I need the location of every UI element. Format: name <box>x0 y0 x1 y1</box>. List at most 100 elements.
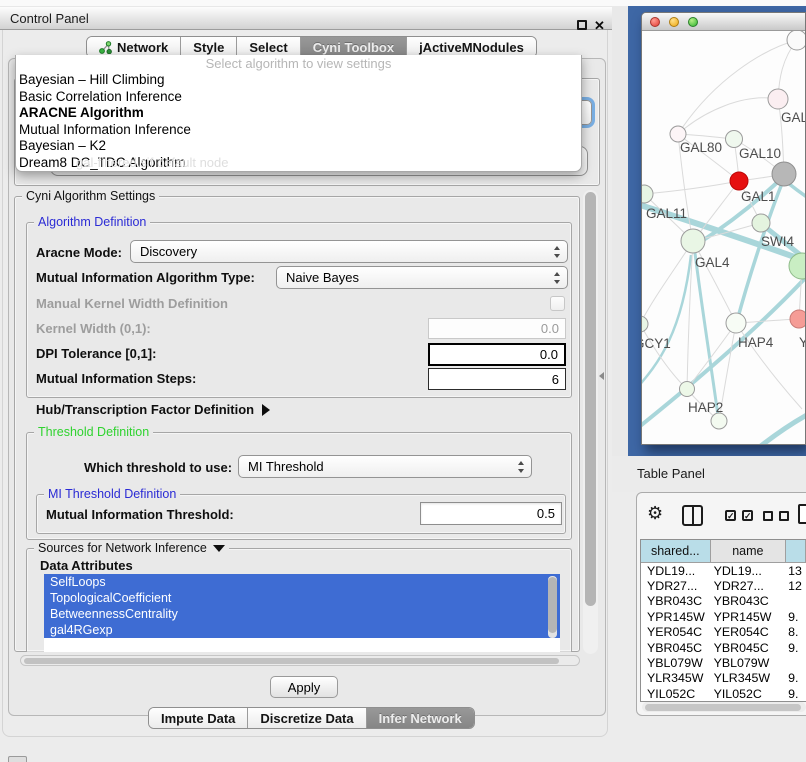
table-hscrollbar-track[interactable] <box>642 702 806 712</box>
table-row[interactable]: YBL079WYBL079W <box>641 655 806 670</box>
network-node[interactable] <box>680 382 695 397</box>
tab-network[interactable]: Network <box>87 37 181 57</box>
network-node[interactable] <box>768 89 788 109</box>
tab-select-label: Select <box>249 40 287 55</box>
aracne-mode-value: Discovery <box>140 244 197 259</box>
settings-hscrollbar-thumb[interactable] <box>24 658 559 664</box>
network-node[interactable] <box>752 214 770 232</box>
table-cell: 9. <box>786 671 806 685</box>
zoom-traffic-light-icon[interactable] <box>688 17 698 27</box>
table-row[interactable]: YLR345WYLR345W9. <box>641 671 806 686</box>
cyni-algorithm-settings-title: Cyni Algorithm Settings <box>22 189 159 203</box>
network-node[interactable] <box>681 229 705 253</box>
tab-jactivemnodules[interactable]: jActiveMNodules <box>407 37 536 57</box>
table-cell: YER054C <box>641 625 711 639</box>
close-traffic-light-icon[interactable] <box>650 17 660 27</box>
tab-cyni-toolbox[interactable]: Cyni Toolbox <box>301 37 407 57</box>
mi-threshold-value: 0.5 <box>537 506 555 521</box>
algorithm-definition-title: Algorithm Definition <box>34 215 150 229</box>
table-row[interactable]: YDL19...YDL19...13 <box>641 563 806 578</box>
checkbox-empty-icon <box>779 511 789 521</box>
network-node[interactable] <box>711 413 727 429</box>
gear-icon[interactable]: ⚙ <box>647 504 663 522</box>
network-edge <box>642 255 691 391</box>
settings-vscrollbar-thumb[interactable] <box>585 192 596 606</box>
dpi-tolerance-field[interactable]: 0.0 <box>428 343 566 366</box>
algorithm-option[interactable]: Bayesian – K2 <box>16 138 581 155</box>
mi-steps-field[interactable]: 6 <box>428 368 566 390</box>
application-window: Control Panel ✕ Network Style Select Cyn… <box>0 0 806 762</box>
algorithm-option[interactable]: Bayesian – Hill Climbing <box>16 72 581 89</box>
settings-hscrollbar-track[interactable] <box>20 655 580 666</box>
mi-type-combobox[interactable]: Naive Bayes <box>276 266 568 289</box>
settings-vscrollbar-track[interactable] <box>583 190 598 654</box>
tab-infer-network[interactable]: Infer Network <box>367 708 474 728</box>
algorithm-option[interactable]: ARACNE Algorithm <box>16 105 581 122</box>
table-cell: YDL19... <box>711 564 787 578</box>
tab-style-label: Style <box>193 40 224 55</box>
network-window-titlebar[interactable] <box>642 13 805 31</box>
table-cell: YBL079W <box>711 656 787 670</box>
checkbox-checked-icon: ✓ <box>742 510 753 521</box>
table-column-header[interactable]: name <box>711 540 787 562</box>
network-node[interactable] <box>726 313 746 333</box>
table-column-header[interactable]: shared... <box>641 540 711 562</box>
tab-select[interactable]: Select <box>237 37 300 57</box>
split-column-icon[interactable] <box>682 505 703 526</box>
float-panel-icon[interactable] <box>577 20 587 30</box>
network-edge <box>694 245 719 423</box>
attributes-scrollbar-track[interactable] <box>548 576 557 638</box>
network-node[interactable] <box>790 310 806 328</box>
mi-steps-value: 6 <box>552 372 559 387</box>
hub-definition-label: Hub/Transcription Factor Definition <box>36 402 254 417</box>
network-node[interactable] <box>787 31 806 50</box>
network-edge <box>788 183 806 203</box>
manual-kernel-checkbox[interactable] <box>550 296 565 311</box>
splitpane-grip-icon[interactable] <box>599 372 604 380</box>
algorithm-option[interactable]: Basic Correlation Inference <box>16 89 581 106</box>
network-node[interactable] <box>772 162 796 186</box>
tab-infer-network-label: Infer Network <box>379 711 462 726</box>
network-window: GALGAL80GAL10GAL1GAL11GAL4SWI4GCY1HAP4YH… <box>641 12 806 445</box>
bottom-left-partial-icon[interactable] <box>8 756 27 762</box>
algorithm-option[interactable]: Mutual Information Inference <box>16 122 581 139</box>
page-icon[interactable] <box>798 504 806 524</box>
table-cell: YBR045C <box>641 641 711 655</box>
sources-group-title-wrap[interactable]: Sources for Network Inference <box>34 541 229 555</box>
attributes-scrollbar-thumb[interactable] <box>548 577 557 633</box>
data-attribute-item[interactable]: TopologicalCoefficient <box>44 590 560 606</box>
network-canvas[interactable]: GALGAL80GAL10GAL1GAL11GAL4SWI4GCY1HAP4YH… <box>642 31 806 445</box>
table-row[interactable]: YBR045CYBR045C9. <box>641 640 806 655</box>
tab-style[interactable]: Style <box>181 37 237 57</box>
hub-definition-expander[interactable]: Hub/Transcription Factor Definition <box>36 402 270 417</box>
unchecked-pair-icon[interactable] <box>763 511 789 521</box>
table-cell: YIL052C <box>641 687 711 701</box>
which-threshold-combobox[interactable]: MI Threshold <box>238 455 532 478</box>
minimize-traffic-light-icon[interactable] <box>669 17 679 27</box>
kernel-width-field[interactable]: 0.0 <box>428 318 566 339</box>
data-attribute-item[interactable]: BetweennessCentrality <box>44 606 560 622</box>
data-attribute-item[interactable]: SelfLoops <box>44 574 560 590</box>
network-node[interactable] <box>726 131 743 148</box>
apply-button[interactable]: Apply <box>270 676 338 698</box>
table-row[interactable]: YIL052CYIL052C9. <box>641 686 806 701</box>
checked-pair-icon[interactable]: ✓ ✓ <box>725 510 753 521</box>
network-node[interactable] <box>642 316 648 332</box>
aracne-mode-combobox[interactable]: Discovery <box>130 240 568 263</box>
table-column-header[interactable] <box>786 540 806 562</box>
table-row[interactable]: YBR043CYBR043C <box>641 594 806 609</box>
table-row[interactable]: YDR27...YDR27...12 <box>641 578 806 593</box>
table-cell: 9. <box>786 610 806 624</box>
table-cell: YIL052C <box>711 687 787 701</box>
table-panel-title: Table Panel <box>637 466 705 481</box>
tab-impute-data[interactable]: Impute Data <box>149 708 248 728</box>
right-gutter <box>612 6 628 456</box>
mi-threshold-field[interactable]: 0.5 <box>420 502 562 525</box>
tab-discretize-data[interactable]: Discretize Data <box>248 708 366 728</box>
table-row[interactable]: YER054CYER054C8. <box>641 625 806 640</box>
table-hscrollbar-thumb[interactable] <box>645 704 801 711</box>
data-attribute-item[interactable]: gal4RGexp <box>44 622 560 638</box>
table-cell: YDR27... <box>641 579 711 593</box>
table-row[interactable]: YPR145WYPR145W9. <box>641 609 806 624</box>
network-node[interactable] <box>730 172 748 190</box>
